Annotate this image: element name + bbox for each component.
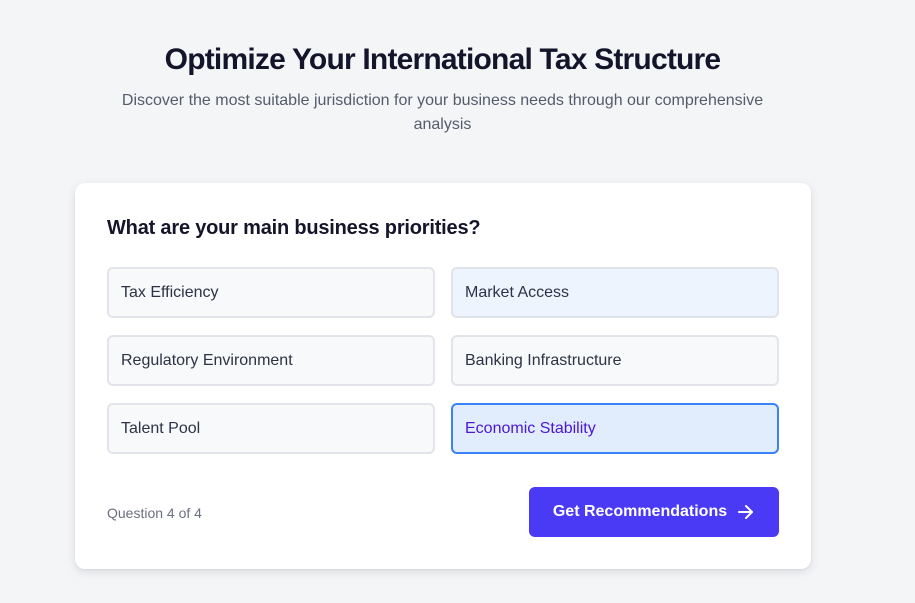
option-economic-stability[interactable]: Economic Stability: [451, 403, 779, 454]
page: Optimize Your International Tax Structur…: [0, 0, 915, 603]
option-market-access[interactable]: Market Access: [451, 267, 779, 318]
options-grid: Tax Efficiency Market Access Regulatory …: [107, 267, 779, 454]
page-title: Optimize Your International Tax Structur…: [164, 43, 721, 76]
question-progress: Question 4 of 4: [107, 505, 202, 521]
option-banking-infrastructure[interactable]: Banking Infrastructure: [451, 335, 779, 386]
option-regulatory-environment[interactable]: Regulatory Environment: [107, 335, 435, 386]
cta-label: Get Recommendations: [552, 503, 728, 520]
get-recommendations-button[interactable]: Get Recommendations: [529, 487, 779, 537]
option-tax-efficiency[interactable]: Tax Efficiency: [107, 267, 435, 318]
option-talent-pool[interactable]: Talent Pool: [107, 403, 435, 454]
question-text: What are your main business priorities?: [107, 217, 481, 239]
page-subtitle: Discover the most suitable jurisdiction …: [121, 92, 764, 133]
question-card: What are your main business priorities? …: [75, 183, 811, 569]
option-label: Economic Stability: [465, 419, 596, 437]
arrow-right-icon: [737, 503, 755, 521]
option-label: Regulatory Environment: [121, 351, 293, 369]
option-label: Tax Efficiency: [121, 283, 219, 301]
option-label: Banking Infrastructure: [465, 351, 622, 369]
option-label: Market Access: [465, 283, 570, 301]
option-label: Talent Pool: [121, 419, 201, 437]
